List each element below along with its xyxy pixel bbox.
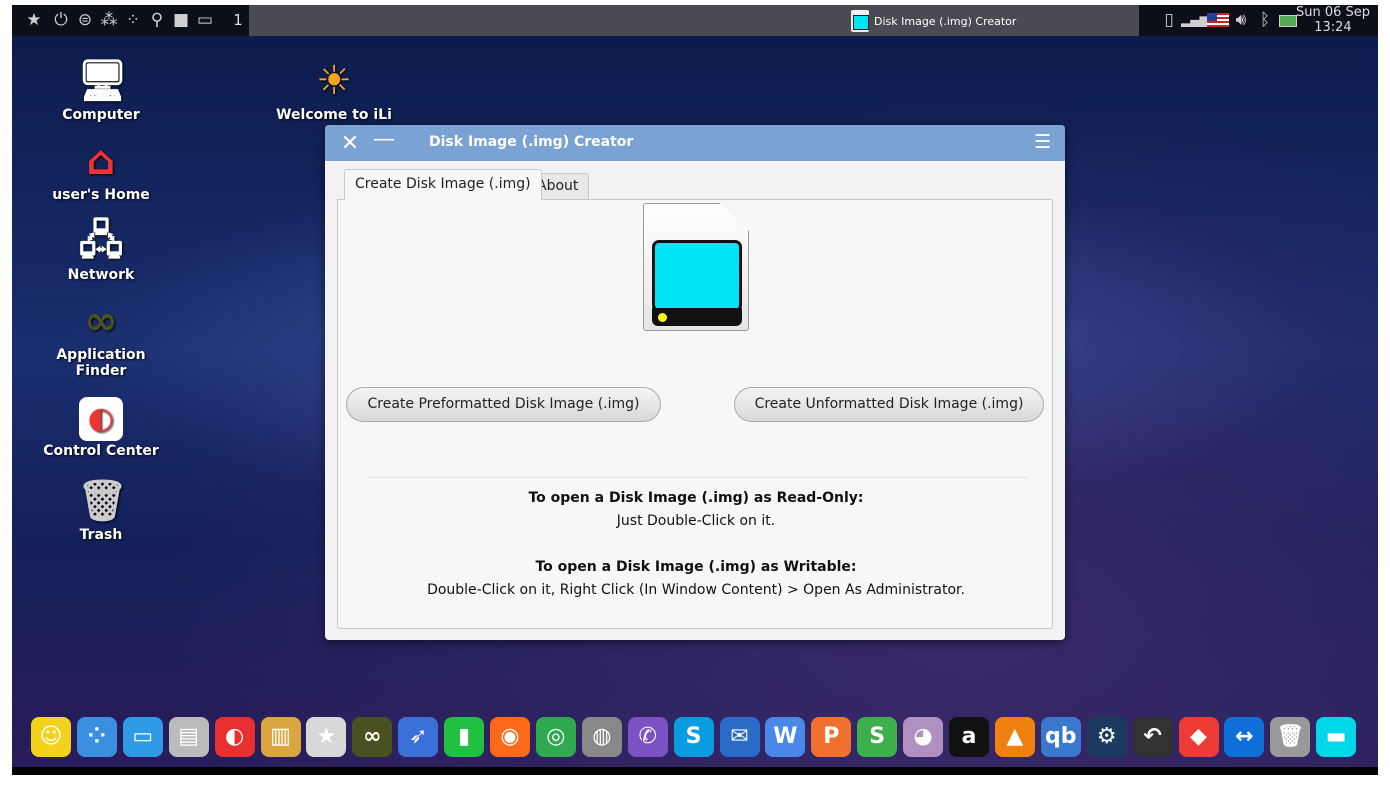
desktop-icon-label: user's Home <box>52 187 150 203</box>
clock-time: 13:24 <box>1314 20 1352 35</box>
writable-heading: To open a Disk Image (.img) as Writable: <box>535 559 857 575</box>
desktop-icon-welcome[interactable]: ☀ Welcome to iLi <box>274 57 394 123</box>
desktop-icon-label: Network <box>67 267 135 283</box>
minimize-icon[interactable]: — <box>373 127 395 152</box>
wps-writer-icon[interactable]: W <box>765 717 806 757</box>
control-center-icon[interactable]: ◐ <box>214 717 255 757</box>
store-bag-icon[interactable]: ★ <box>306 717 347 757</box>
dots-icon[interactable]: ⁘ <box>76 717 117 757</box>
wps-presentation-icon[interactable]: P <box>811 717 852 757</box>
binoculars-icon[interactable]: ∞ <box>352 717 393 757</box>
desktop-icon-label: Application Finder <box>56 347 146 379</box>
search-icon[interactable]: ⚲ <box>147 10 167 30</box>
color-palette-icon[interactable]: ▥ <box>260 717 301 757</box>
firefox-icon[interactable]: ◉ <box>490 717 530 757</box>
file-cabinet-icon[interactable]: ▤ <box>168 717 209 757</box>
battery-icon[interactable] <box>1279 15 1297 27</box>
create-unformatted-button[interactable]: Create Unformatted Disk Image (.img) <box>734 387 1044 422</box>
taskbar: Disk Image (.img) Creator <box>249 5 1139 36</box>
signal-icon[interactable]: ▂▄▆ <box>1181 10 1209 30</box>
workspace-switcher[interactable]: 1 <box>227 5 249 36</box>
star-smile-icon[interactable]: ☺ <box>31 717 71 757</box>
pipe-icon[interactable]: ▮ <box>444 717 485 757</box>
clock[interactable]: Sun 06 Sep 13:24 <box>1296 5 1370 35</box>
restore-icon[interactable]: ↶ <box>1132 717 1173 757</box>
trash-icon: 🗑︎ <box>77 478 128 524</box>
tab-panel: Create Preformatted Disk Image (.img) Cr… <box>337 199 1053 629</box>
desktop-icon-computer[interactable]: 🖥︎ Computer <box>41 57 161 123</box>
steam-icon[interactable]: ⚙ <box>1086 717 1127 757</box>
viber-icon[interactable]: ✆ <box>627 717 668 757</box>
writable-text: Double-Click on it, Right Click (In Wind… <box>427 582 965 598</box>
us-flag-icon[interactable] <box>1207 13 1229 27</box>
disk-image-icon[interactable]: ▬ <box>1316 717 1357 757</box>
bluetooth-icon[interactable]: ᛒ <box>1255 10 1275 30</box>
volume-icon[interactable]: 🔊︎ <box>1231 10 1251 30</box>
trash-icon[interactable]: 🗑 <box>1270 717 1311 757</box>
desktop-icon-label: Control Center <box>43 443 159 459</box>
teamviewer-icon[interactable]: ↔ <box>1224 717 1265 757</box>
apps-icon[interactable]: ⁘ <box>123 10 143 30</box>
divider <box>368 477 1028 478</box>
title-bar[interactable]: ✕ — Disk Image (.img) Creator ☰ <box>325 125 1065 161</box>
tab-create-disk-image[interactable]: Create Disk Image (.img) <box>344 169 542 200</box>
toggle-icon[interactable]: ⊜ <box>75 10 95 30</box>
readonly-text: Just Double-Click on it. <box>616 513 776 529</box>
wps-spreadsheet-icon[interactable]: S <box>857 717 898 757</box>
readonly-heading: To open a Disk Image (.img) as Read-Only… <box>528 490 864 506</box>
system-tray: ▯ ▂▄▆ 🔊︎ ᛒ Sun 06 Sep 13:24 <box>1149 5 1378 36</box>
desktop-icon-label: Computer <box>62 107 140 123</box>
anydesk-icon[interactable]: ◆ <box>1178 717 1219 757</box>
desktop-icon-control-center[interactable]: ◐ Control Center <box>41 397 161 459</box>
window-title: Disk Image (.img) Creator <box>429 134 634 150</box>
binoculars-icon: ∞ <box>84 298 118 344</box>
disk-image-creator-window: ✕ — Disk Image (.img) Creator ☰ Create D… <box>325 125 1065 640</box>
disk-image-icon <box>851 10 869 32</box>
folder-icon[interactable]: ■ <box>171 10 191 30</box>
desktop-icon-label: Trash <box>79 527 123 543</box>
google-earth-pro-icon[interactable]: ◍ <box>581 717 622 757</box>
disk-image-icon <box>643 203 749 331</box>
network-icon: 🖧 <box>78 218 124 264</box>
window-icon[interactable]: ▭ <box>122 717 163 757</box>
toggle-icon: ◐ <box>79 397 123 441</box>
create-preformatted-button[interactable]: Create Preformatted Disk Image (.img) <box>346 387 661 422</box>
skype-icon[interactable]: S <box>673 717 714 757</box>
sun-icon: ☀ <box>316 58 352 104</box>
vlc-icon[interactable]: ▲ <box>994 717 1035 757</box>
clock-date: Sun 06 Sep <box>1295 5 1370 20</box>
task-disk-image-creator[interactable]: Disk Image (.img) Creator <box>851 8 1016 34</box>
power-icon[interactable]: ⏻ <box>51 10 71 30</box>
clipboard-icon[interactable]: ▯ <box>1159 10 1179 30</box>
qbittorrent-icon[interactable]: qb <box>1040 717 1081 757</box>
desktop-icon-trash[interactable]: 🗑︎ Trash <box>41 477 161 543</box>
anydesk-a-icon[interactable]: a <box>949 717 989 757</box>
rocket-icon[interactable]: ➶ <box>398 717 439 757</box>
desktop: ★ ⏻ ⊜ ⁂ ⁘ ⚲ ■ ▭ 1 Disk Image (.img) Crea… <box>12 5 1378 775</box>
top-panel: ★ ⏻ ⊜ ⁂ ⁘ ⚲ ■ ▭ 1 Disk Image (.img) Crea… <box>12 5 1378 36</box>
chrome-icon[interactable]: ◎ <box>535 717 576 757</box>
close-icon[interactable]: ✕ <box>339 131 361 156</box>
desktop-icon-network[interactable]: 🖧 Network <box>41 217 161 283</box>
desktop-icon[interactable]: ▭ <box>195 10 215 30</box>
binoculars-icon[interactable]: ⁂ <box>99 10 119 30</box>
desktop-icon-label: Welcome to iLi <box>276 107 392 123</box>
menu-icon[interactable]: ☰ <box>1034 131 1051 153</box>
dock-bar <box>12 767 1378 775</box>
thunderbird-icon[interactable]: ✉ <box>719 717 760 757</box>
webcam-icon[interactable]: ◕ <box>903 717 944 757</box>
task-title: Disk Image (.img) Creator <box>874 14 1017 28</box>
dock: ☺ ⁘ ▭ ▤ ◐ ▥ ★ ∞ ➶ ▮ ◉ ◎ ◍ ✆ S ✉ W P S ◕ a ▲ qb ⚙ ↶ ◆ ↔ 🗑 ▬ <box>12 705 1378 767</box>
star-icon[interactable]: ★ <box>24 10 44 30</box>
home-icon: ⌂ <box>86 138 116 184</box>
computer-icon: 🖥︎ <box>77 58 128 104</box>
desktop-icon-home[interactable]: ⌂ user's Home <box>41 137 161 203</box>
desktop-icon-application-finder[interactable]: ∞ Application Finder <box>41 297 161 379</box>
